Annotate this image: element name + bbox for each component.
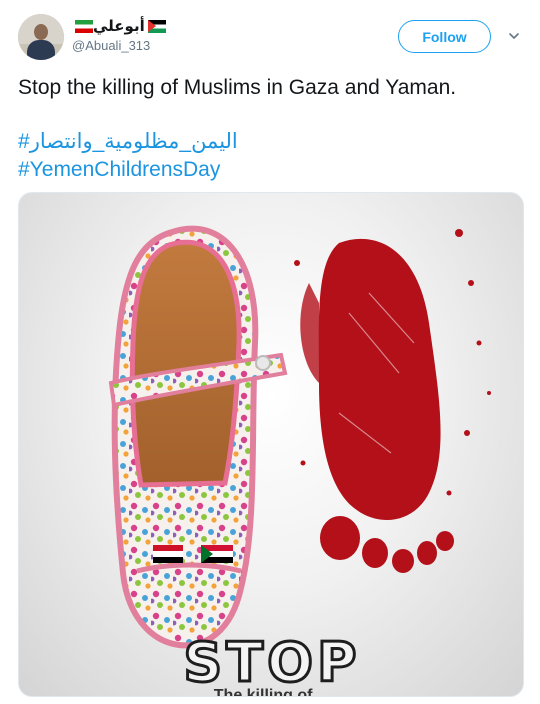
hashtag-link-arabic[interactable]: #اليمن_مظلومية_وانتصار: [18, 128, 518, 155]
palestine-flag-icon: [147, 19, 166, 33]
hashtag-link-yemen-childrens-day[interactable]: #YemenChildrensDay: [18, 156, 518, 183]
child-shoe: [108, 225, 288, 649]
tweet-image[interactable]: STOP The killing of ...: [18, 192, 524, 697]
user-handle[interactable]: @Abuali_313: [72, 38, 150, 53]
avatar[interactable]: [18, 14, 64, 60]
tweet-card: أبوعلي @Abuali_313 Follow Stop the killi…: [0, 0, 540, 704]
image-subtext: The killing of ...: [213, 687, 331, 697]
chevron-down-icon[interactable]: [508, 30, 520, 42]
user-name-row[interactable]: أبوعلي: [72, 16, 166, 36]
iran-flag-icon: [75, 19, 93, 33]
tweet-text: Stop the killing of Muslims in Gaza and …: [18, 76, 457, 99]
follow-button[interactable]: Follow: [398, 20, 491, 53]
image-illustration: [108, 225, 491, 649]
stop-heading: STOP: [182, 631, 361, 694]
display-name[interactable]: أبوعلي: [93, 17, 145, 35]
blood-footprint: [294, 229, 491, 573]
